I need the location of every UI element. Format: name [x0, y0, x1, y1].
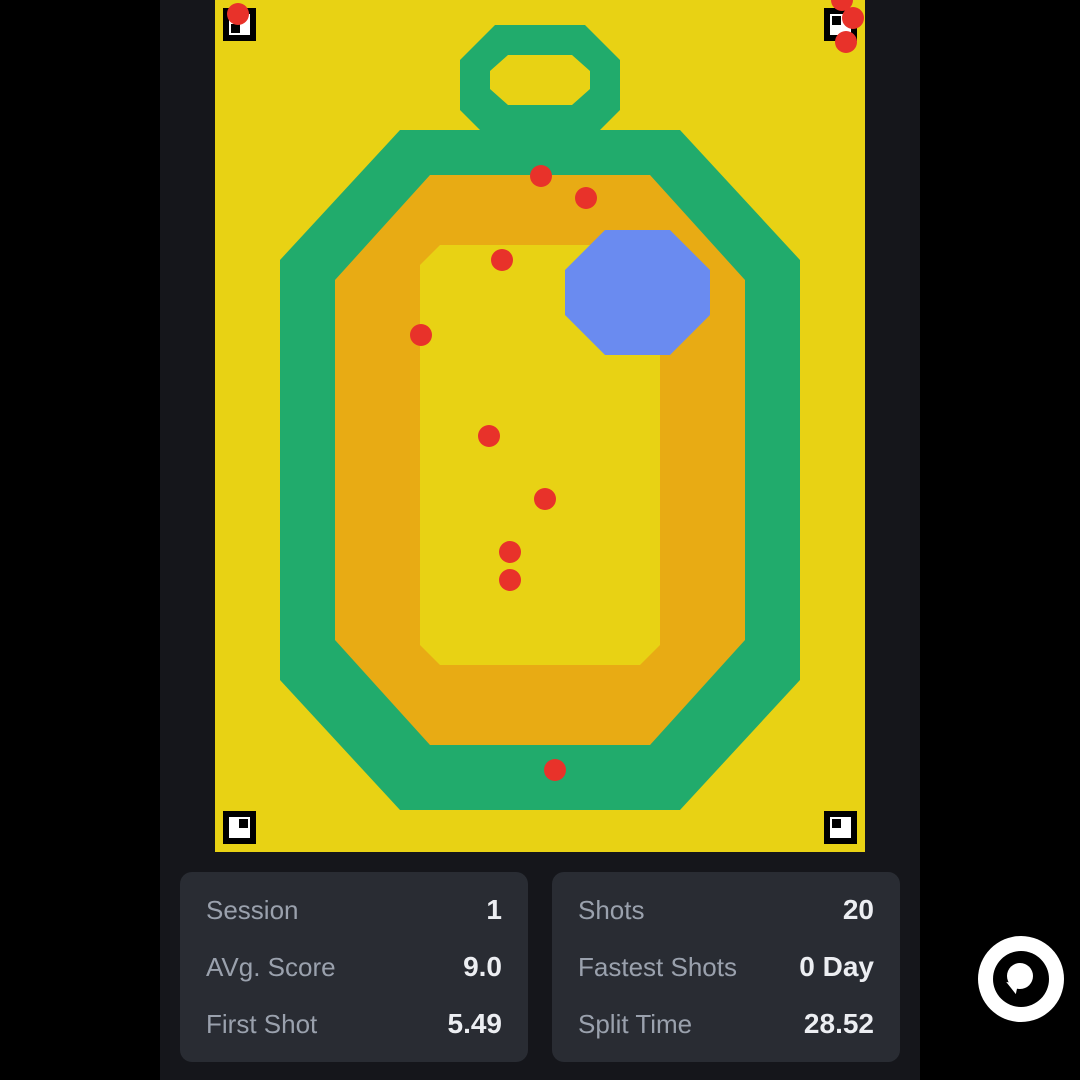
- stat-label: AVg. Score: [206, 952, 336, 983]
- stat-value: 20: [843, 894, 874, 926]
- session-panel: Session 1 AVg. Score 9.0 First Shot 5.49…: [160, 0, 920, 1080]
- stats-row: Session 1 AVg. Score 9.0 First Shot 5.49…: [180, 872, 900, 1062]
- stats-card-right: Shots 20 Fastest Shots 0 Day Split Time …: [552, 872, 900, 1062]
- stat-label: Session: [206, 895, 299, 926]
- shot-marker-icon: [534, 488, 556, 510]
- shot-marker-icon: [530, 165, 552, 187]
- stat-fastest-shots: Fastest Shots 0 Day: [578, 951, 874, 983]
- stat-label: Fastest Shots: [578, 952, 737, 983]
- stats-card-left: Session 1 AVg. Score 9.0 First Shot 5.49: [180, 872, 528, 1062]
- stat-value: 9.0: [463, 951, 502, 983]
- shot-marker-icon: [575, 187, 597, 209]
- app-stage: Session 1 AVg. Score 9.0 First Shot 5.49…: [0, 0, 1080, 1080]
- shot-marker-icon: [227, 3, 249, 25]
- stat-first-shot: First Shot 5.49: [206, 1008, 502, 1040]
- shot-marker-icon: [499, 541, 521, 563]
- shot-marker-icon: [410, 324, 432, 346]
- shot-marker-icon: [544, 759, 566, 781]
- shot-marker-icon: [835, 31, 857, 53]
- shot-marker-icon: [491, 249, 513, 271]
- shot-marker-icon: [499, 569, 521, 591]
- stat-label: First Shot: [206, 1009, 317, 1040]
- eagle-logo-icon: [993, 951, 1049, 1007]
- target-handle-hole-icon: [490, 55, 590, 105]
- logo-badge-button[interactable]: [978, 936, 1064, 1022]
- stat-label: Split Time: [578, 1009, 692, 1040]
- shot-marker-icon: [842, 7, 864, 29]
- stat-session: Session 1: [206, 894, 502, 926]
- stat-value: 0 Day: [799, 951, 874, 983]
- target-board[interactable]: [215, 0, 865, 852]
- stat-shots: Shots 20: [578, 894, 874, 926]
- target-head-zone-icon: [565, 230, 710, 355]
- stat-value: 1: [486, 894, 502, 926]
- fiducial-marker-icon: [223, 811, 256, 844]
- stat-split-time: Split Time 28.52: [578, 1008, 874, 1040]
- stat-label: Shots: [578, 895, 645, 926]
- stat-avg-score: AVg. Score 9.0: [206, 951, 502, 983]
- stat-value: 5.49: [448, 1008, 503, 1040]
- fiducial-marker-icon: [824, 811, 857, 844]
- stat-value: 28.52: [804, 1008, 874, 1040]
- shot-marker-icon: [478, 425, 500, 447]
